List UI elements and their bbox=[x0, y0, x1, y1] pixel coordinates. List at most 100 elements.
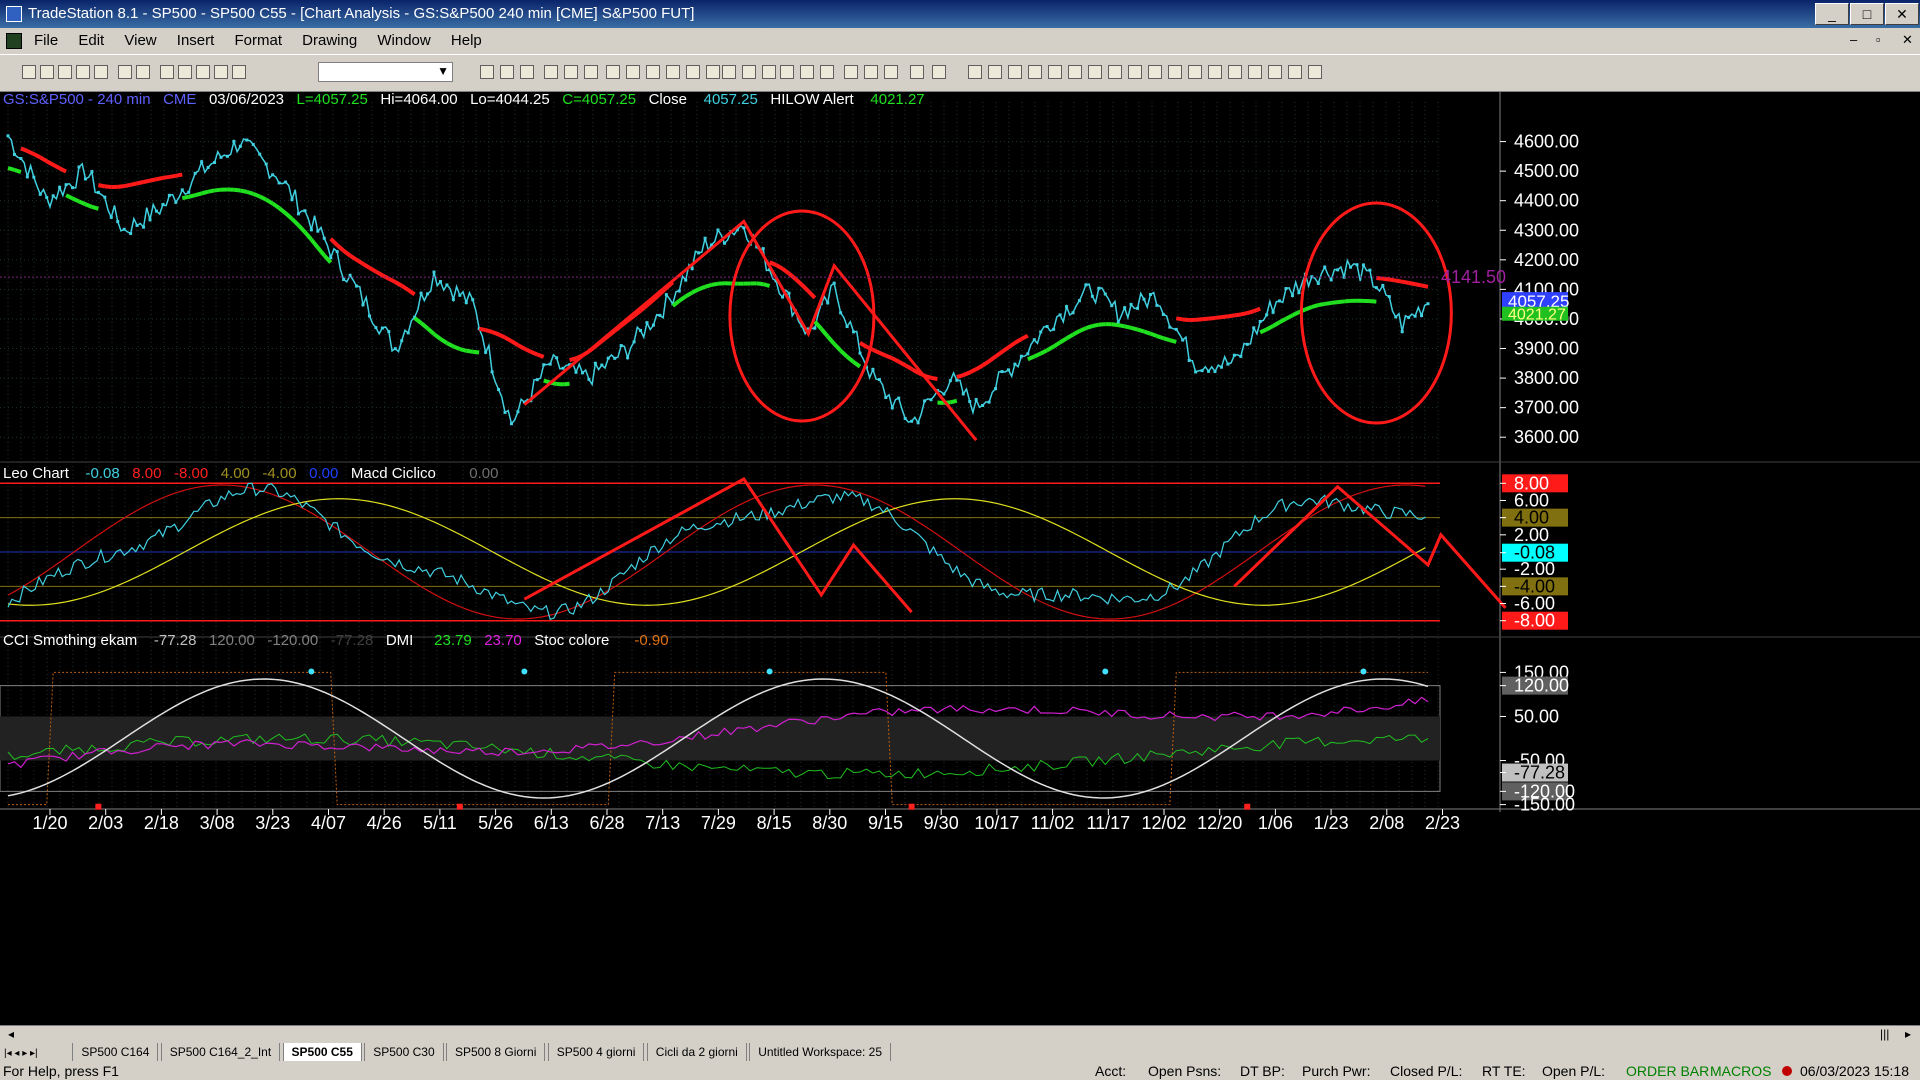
price-bar bbox=[122, 227, 126, 231]
price-bar bbox=[974, 398, 978, 402]
ma-segment bbox=[439, 337, 448, 345]
toolbar-button-24[interactable] bbox=[722, 65, 736, 79]
scroll-left-icon[interactable]: ◂ bbox=[8, 1027, 14, 1041]
toolbar-button-2[interactable] bbox=[58, 65, 72, 79]
toolbar-button-23[interactable] bbox=[706, 65, 720, 79]
toolbar-button-52[interactable] bbox=[1308, 65, 1322, 79]
toolbar-button-10[interactable] bbox=[214, 65, 228, 79]
price-bar bbox=[1252, 326, 1256, 330]
toolbar-button-45[interactable] bbox=[1168, 65, 1182, 79]
toolbar-button-29[interactable] bbox=[820, 65, 834, 79]
tab-sp500-8-giorni[interactable]: SP500 8 Giorni bbox=[445, 1043, 546, 1061]
toolbar-button-6[interactable] bbox=[136, 65, 150, 79]
toolbar-button-39[interactable] bbox=[1048, 65, 1062, 79]
price-bar bbox=[232, 139, 236, 143]
menu-edit[interactable]: Edit bbox=[70, 28, 112, 54]
toolbar-button-21[interactable] bbox=[666, 65, 680, 79]
scroll-right-icon[interactable]: ▸ bbox=[1905, 1027, 1911, 1041]
mdi-close-button[interactable]: ✕ bbox=[1902, 32, 1913, 48]
tab-sp500-c164[interactable]: SP500 C164 bbox=[72, 1043, 159, 1061]
tab-sp500-c55[interactable]: SP500 C55 bbox=[282, 1043, 362, 1061]
chart-canvas[interactable]: 4600.004500.004400.004300.004200.004100.… bbox=[0, 92, 1920, 1025]
toolbar-button-36[interactable] bbox=[988, 65, 1002, 79]
toolbar-button-7[interactable] bbox=[160, 65, 174, 79]
mdi-minimize-button[interactable]: – bbox=[1850, 32, 1857, 47]
ma-segment bbox=[84, 202, 93, 209]
toolbar-button-30[interactable] bbox=[844, 65, 858, 79]
toolbar-button-26[interactable] bbox=[762, 65, 776, 79]
toolbar-button-35[interactable] bbox=[968, 65, 982, 79]
toolbar-button-8[interactable] bbox=[178, 65, 192, 79]
toolbar-button-18[interactable] bbox=[606, 65, 620, 79]
toolbar-button-13[interactable] bbox=[500, 65, 514, 79]
tab-sp500-4-giorni[interactable]: SP500 4 giorni bbox=[547, 1043, 645, 1061]
price-bar bbox=[1013, 362, 1017, 366]
tab-cicli-da-2-giorni[interactable]: Cicli da 2 giorni bbox=[646, 1043, 747, 1061]
toolbar-button-43[interactable] bbox=[1128, 65, 1142, 79]
toolbar-button-51[interactable] bbox=[1288, 65, 1302, 79]
chart-window[interactable]: 4600.00 4500.00 4400.00 4300.00 4200.00 4100.… bbox=[0, 91, 1920, 1025]
toolbar-button-42[interactable] bbox=[1108, 65, 1122, 79]
price-bar bbox=[38, 192, 42, 196]
scroll-thumb[interactable]: ||| bbox=[1880, 1027, 1889, 1041]
menu-insert[interactable]: Insert bbox=[169, 28, 223, 54]
toolbar-button-0[interactable] bbox=[22, 65, 36, 79]
toolbar-button-34[interactable] bbox=[932, 65, 946, 79]
menu-window[interactable]: Window bbox=[369, 28, 438, 54]
ma-segment bbox=[1376, 275, 1384, 281]
toolbar-button-9[interactable] bbox=[196, 65, 210, 79]
toolbar-button-33[interactable] bbox=[910, 65, 924, 79]
menu-help[interactable]: Help bbox=[443, 28, 490, 54]
toolbar-button-14[interactable] bbox=[520, 65, 534, 79]
toolbar-button-19[interactable] bbox=[626, 65, 640, 79]
menu-format[interactable]: Format bbox=[226, 28, 290, 54]
toolbar-button-40[interactable] bbox=[1068, 65, 1082, 79]
price-bar bbox=[303, 209, 307, 213]
toolbar-button-12[interactable] bbox=[480, 65, 494, 79]
toolbar-button-17[interactable] bbox=[584, 65, 598, 79]
toolbar-button-5[interactable] bbox=[118, 65, 132, 79]
macd-header: Leo Chart -0.08 8.00 -8.00 4.00 -4.00 0.… bbox=[3, 465, 498, 482]
toolbar-button-38[interactable] bbox=[1028, 65, 1042, 79]
horizontal-scrollbar[interactable]: ◂ ||| ▸ bbox=[0, 1025, 1920, 1044]
tab-untitled-workspace[interactable]: Untitled Workspace: 25 bbox=[749, 1043, 892, 1061]
maximize-button[interactable]: □ bbox=[1850, 3, 1884, 25]
cci-bottom-marker bbox=[1244, 803, 1251, 810]
status-macros[interactable]: MACROS bbox=[1710, 1062, 1771, 1080]
toolbar-button-28[interactable] bbox=[800, 65, 814, 79]
toolbar-button-46[interactable] bbox=[1188, 65, 1202, 79]
status-order-bar[interactable]: ORDER BAR bbox=[1626, 1062, 1709, 1080]
menu-drawing[interactable]: Drawing bbox=[294, 28, 365, 54]
toolbar-button-31[interactable] bbox=[864, 65, 878, 79]
toolbar-button-25[interactable] bbox=[742, 65, 756, 79]
menu-file[interactable]: File bbox=[26, 28, 66, 54]
tab-nav-icons[interactable]: |◂ ◂ ▸ ▸| bbox=[0, 1048, 70, 1059]
toolbar-button-15[interactable] bbox=[544, 65, 558, 79]
toolbar-combo[interactable]: ▼ bbox=[318, 62, 453, 82]
toolbar-button-37[interactable] bbox=[1008, 65, 1022, 79]
mdi-restore-button[interactable]: ▫ bbox=[1876, 32, 1881, 47]
toolbar-button-41[interactable] bbox=[1088, 65, 1102, 79]
minimize-button[interactable]: _ bbox=[1815, 3, 1849, 25]
toolbar-button-50[interactable] bbox=[1268, 65, 1282, 79]
close-button[interactable]: ✕ bbox=[1885, 3, 1919, 25]
toolbar-button-47[interactable] bbox=[1208, 65, 1222, 79]
menu-view[interactable]: View bbox=[116, 28, 164, 54]
tab-sp500-c30[interactable]: SP500 C30 bbox=[364, 1043, 444, 1061]
toolbar-button-4[interactable] bbox=[94, 65, 108, 79]
toolbar-button-27[interactable] bbox=[780, 65, 794, 79]
toolbar-button-22[interactable] bbox=[686, 65, 700, 79]
price-bar bbox=[58, 185, 62, 189]
toolbar-button-11[interactable] bbox=[232, 65, 246, 79]
price-bar bbox=[613, 356, 617, 360]
toolbar-button-48[interactable] bbox=[1228, 65, 1242, 79]
tab-sp500-c164-2-int[interactable]: SP500 C164_2_Int bbox=[160, 1043, 281, 1061]
toolbar-button-16[interactable] bbox=[564, 65, 578, 79]
toolbar-button-1[interactable] bbox=[40, 65, 54, 79]
toolbar-button-49[interactable] bbox=[1248, 65, 1262, 79]
close-study-value: 4057.25 bbox=[703, 91, 758, 108]
toolbar-button-32[interactable] bbox=[884, 65, 898, 79]
toolbar-button-3[interactable] bbox=[76, 65, 90, 79]
toolbar-button-20[interactable] bbox=[646, 65, 660, 79]
toolbar-button-44[interactable] bbox=[1148, 65, 1162, 79]
